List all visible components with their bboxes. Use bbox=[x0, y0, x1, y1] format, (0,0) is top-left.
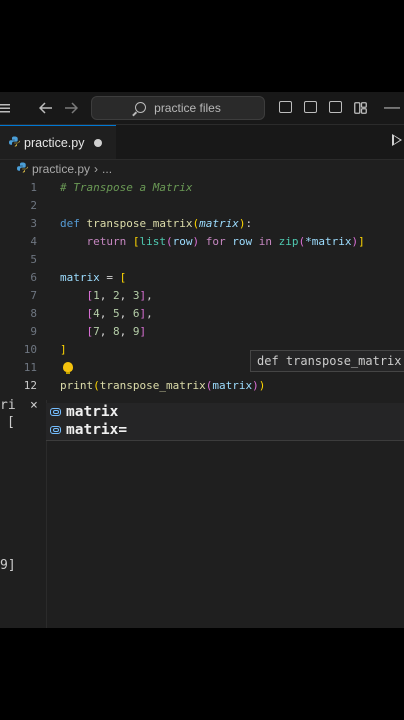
unsaved-dot-icon[interactable] bbox=[94, 138, 103, 147]
variable-symbol-icon bbox=[50, 408, 61, 416]
tab-label: practice.py bbox=[24, 135, 85, 150]
code-line-3[interactable]: 3 def transpose_matrix(matrix): bbox=[0, 215, 404, 233]
code-line-2[interactable]: 2 bbox=[0, 197, 404, 215]
close-icon[interactable]: × bbox=[30, 398, 38, 413]
forward-arrow-icon[interactable] bbox=[63, 98, 79, 118]
command-center-search[interactable]: practice files bbox=[91, 96, 265, 120]
menu-icon[interactable] bbox=[0, 98, 10, 118]
bottom-panel: ri × [ 9] matrix matrix= bbox=[0, 398, 404, 628]
suggestion-label: matrix bbox=[66, 404, 119, 420]
lightbulb-icon[interactable] bbox=[63, 362, 73, 374]
vscode-window: practice files — practice.py practice.py… bbox=[0, 92, 404, 628]
suggestion-label: matrix= bbox=[66, 422, 128, 438]
code-line-8[interactable]: 8 [4, 5, 6], bbox=[0, 305, 404, 323]
breadcrumb-separator: › bbox=[94, 162, 99, 176]
code-line-5[interactable]: 5 bbox=[0, 251, 404, 269]
editor-tab-bar: practice.py bbox=[0, 125, 404, 160]
tab-practice-py[interactable]: practice.py bbox=[0, 125, 116, 159]
minimize-icon[interactable]: — bbox=[384, 98, 400, 118]
code-line-7[interactable]: 7 [1, 2, 3], bbox=[0, 287, 404, 305]
terminal-text-1: ri bbox=[0, 398, 16, 413]
code-line-1[interactable]: 1 # Transpose a Matrix bbox=[0, 179, 404, 197]
customize-layout-icon[interactable] bbox=[352, 98, 368, 118]
breadcrumb-ellipsis[interactable]: ... bbox=[102, 162, 112, 176]
toggle-panel-icon[interactable] bbox=[304, 101, 317, 113]
terminal-fragment: ri × [ 9] bbox=[0, 398, 47, 628]
breadcrumb-file[interactable]: practice.py bbox=[32, 162, 90, 176]
signature-hint-tooltip: def transpose_matrix bbox=[250, 350, 404, 372]
code-line-4[interactable]: 4 return [list(row) for row in zip(*matr… bbox=[0, 233, 404, 251]
search-placeholder: practice files bbox=[154, 101, 221, 115]
back-arrow-icon[interactable] bbox=[38, 98, 54, 118]
toggle-primary-sidebar-icon[interactable] bbox=[279, 101, 292, 113]
code-line-9[interactable]: 9 [7, 8, 9] bbox=[0, 323, 404, 341]
terminal-text-2: [ bbox=[7, 415, 15, 430]
python-file-icon bbox=[9, 136, 20, 150]
terminal-text-3: 9] bbox=[0, 558, 16, 573]
title-bar: practice files — bbox=[0, 92, 404, 125]
suggestion-item[interactable]: matrix bbox=[46, 403, 404, 421]
code-line-6[interactable]: 6 matrix = [ bbox=[0, 269, 404, 287]
suggestion-item[interactable]: matrix= bbox=[46, 421, 404, 439]
toggle-secondary-sidebar-icon[interactable] bbox=[329, 101, 342, 113]
breadcrumb: practice.py › ... bbox=[17, 161, 112, 177]
search-icon bbox=[135, 101, 147, 113]
run-python-file-icon[interactable] bbox=[392, 134, 402, 146]
variable-symbol-icon bbox=[50, 426, 61, 434]
python-file-icon bbox=[17, 162, 28, 176]
code-line-12[interactable]: 12 print(transpose_matrix(matrix)) bbox=[0, 377, 404, 395]
suggestion-widget: matrix matrix= bbox=[46, 403, 404, 441]
